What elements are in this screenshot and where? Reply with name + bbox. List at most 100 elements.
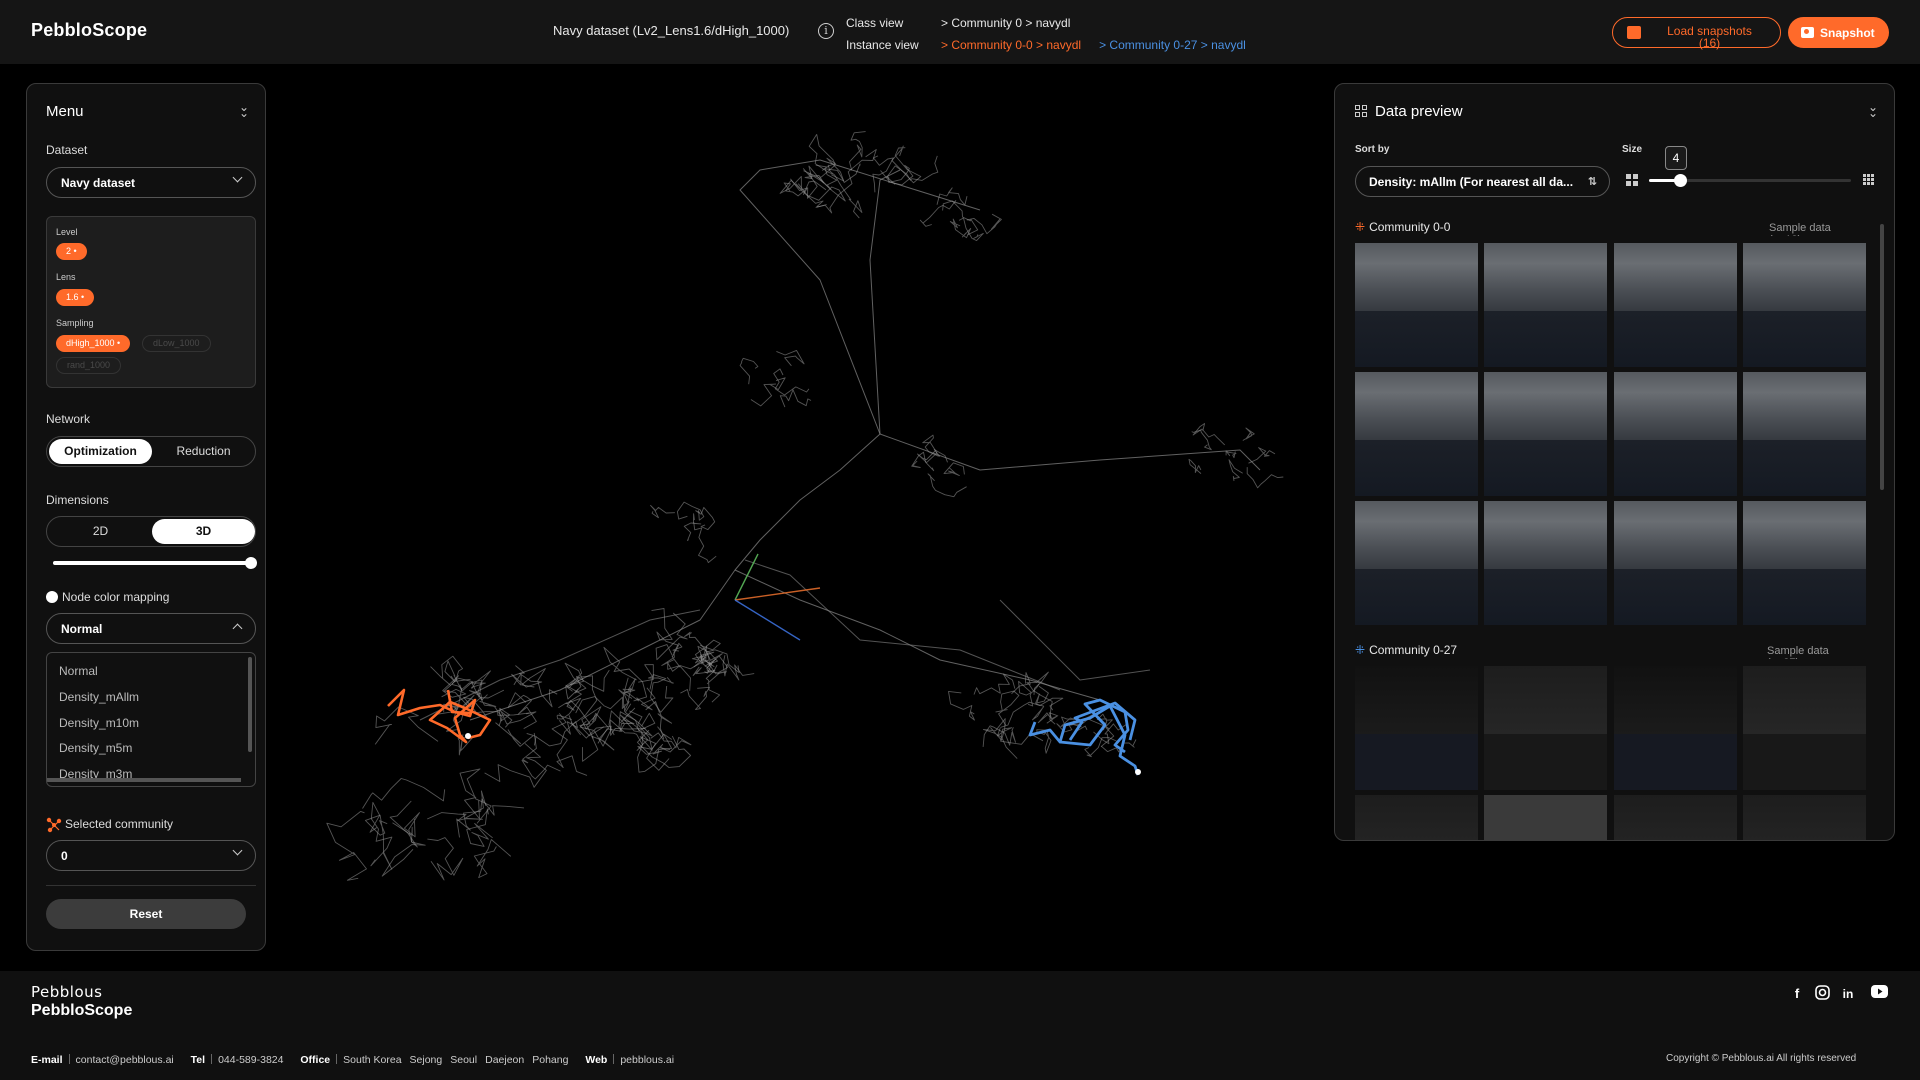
graph-edge[interactable]: [886, 155, 939, 185]
load-snapshots-button[interactable]: Load snapshots (16): [1612, 17, 1781, 49]
graph-edge[interactable]: [419, 609, 701, 721]
graph-edge[interactable]: [958, 217, 984, 242]
graph-edge[interactable]: [1248, 447, 1276, 464]
level-pill[interactable]: 2 •: [56, 243, 87, 260]
lens-pill[interactable]: 1.6 •: [56, 289, 95, 306]
image-thumbnail[interactable]: [1614, 795, 1737, 840]
graph-edge[interactable]: [364, 814, 393, 870]
graph-edge[interactable]: [683, 513, 702, 542]
graph-edge[interactable]: [1084, 737, 1117, 758]
graph-edge[interactable]: [927, 473, 967, 498]
image-thumbnail[interactable]: [1484, 243, 1607, 367]
graph-edge[interactable]: [575, 696, 630, 714]
instance-path-blue[interactable]: > Community 0-27 > navydl: [1099, 38, 1246, 52]
graph-edge[interactable]: [995, 690, 1020, 726]
selected-node[interactable]: [465, 733, 471, 739]
graph-edge[interactable]: [917, 449, 948, 464]
graph-edge[interactable]: [1246, 467, 1284, 489]
graph-edge[interactable]: [948, 690, 975, 721]
snapshot-button[interactable]: Snapshot: [1788, 17, 1889, 48]
graph-edge[interactable]: [880, 164, 914, 186]
image-thumbnail[interactable]: [1743, 372, 1866, 496]
youtube-icon[interactable]: [1870, 985, 1888, 1003]
dimensions-slider[interactable]: [53, 557, 257, 569]
dropdown-option[interactable]: Density_mAllm: [59, 690, 139, 704]
graph-edge[interactable]: [734, 569, 1101, 701]
graph-edge[interactable]: [430, 655, 471, 686]
graph-edge[interactable]: [1228, 459, 1243, 482]
dropdown-hscrollbar[interactable]: [47, 778, 241, 782]
sampling-pill-rand[interactable]: rand_1000: [56, 357, 122, 374]
graph-edge[interactable]: [739, 357, 759, 385]
graph-edge[interactable]: [973, 673, 1016, 695]
selected-community-select[interactable]: 0: [46, 840, 256, 871]
image-thumbnail[interactable]: [1743, 243, 1866, 367]
image-thumbnail[interactable]: [1484, 372, 1607, 496]
graph-edge[interactable]: [326, 810, 367, 881]
graph-edge[interactable]: [369, 801, 393, 867]
graph-edge[interactable]: [949, 218, 972, 239]
graph-edge[interactable]: [1056, 723, 1088, 733]
graph-edge[interactable]: [999, 599, 1151, 681]
sampling-pill-dhigh[interactable]: dHigh_1000 •: [56, 335, 131, 352]
graph-edge[interactable]: [869, 169, 901, 435]
node-color-radio[interactable]: [46, 591, 58, 603]
graph-edge[interactable]: [776, 349, 805, 367]
graph-edge[interactable]: [1188, 458, 1202, 474]
dropdown-option[interactable]: Normal: [59, 664, 98, 678]
slider-knob[interactable]: [245, 557, 257, 569]
graph-edge[interactable]: [744, 559, 1061, 691]
image-thumbnail[interactable]: [1355, 501, 1478, 625]
image-thumbnail[interactable]: [1355, 795, 1478, 840]
image-thumbnail[interactable]: [1614, 243, 1737, 367]
image-thumbnail[interactable]: [1743, 795, 1866, 840]
graph-edge[interactable]: [507, 692, 537, 729]
info-icon[interactable]: i: [818, 23, 834, 39]
graph-edge[interactable]: [911, 451, 935, 472]
image-thumbnail[interactable]: [1614, 372, 1737, 496]
dimensions-option-2d[interactable]: 2D: [49, 519, 152, 544]
graph-edge[interactable]: [1037, 712, 1059, 724]
graph-edge[interactable]: [891, 145, 922, 184]
dimensions-option-3d[interactable]: 3D: [152, 519, 255, 544]
reset-button[interactable]: Reset: [46, 899, 246, 929]
image-thumbnail-selected[interactable]: [1355, 666, 1478, 790]
graph-edge[interactable]: [779, 175, 827, 208]
image-thumbnail[interactable]: [1484, 666, 1607, 790]
graph-edge[interactable]: [511, 665, 543, 688]
graph-edge[interactable]: [879, 433, 1261, 471]
graph-edge[interactable]: [495, 722, 537, 747]
image-thumbnail[interactable]: [1355, 243, 1478, 367]
graph-edge[interactable]: [922, 434, 941, 457]
network-option-optimization[interactable]: Optimization: [49, 439, 152, 464]
network-option-reduction[interactable]: Reduction: [152, 439, 255, 464]
graph-edge[interactable]: [966, 213, 1002, 235]
instagram-icon[interactable]: [1813, 985, 1831, 1003]
dropdown-option[interactable]: Density_m5m: [59, 741, 132, 755]
network-graph-canvas[interactable]: [272, 64, 1332, 964]
image-thumbnail[interactable]: [1484, 501, 1607, 625]
image-thumbnail[interactable]: [1355, 372, 1478, 496]
graph-edge[interactable]: [943, 462, 965, 477]
axis-z[interactable]: [734, 599, 801, 641]
graph-edge[interactable]: [936, 187, 968, 206]
app-logo[interactable]: PebbloScope: [31, 20, 147, 41]
dropdown-scrollbar[interactable]: [248, 657, 252, 752]
sort-select[interactable]: Density: mAllm (For nearest all da... ⇅: [1355, 166, 1610, 197]
class-view-path[interactable]: > Community 0 > navydl: [941, 16, 1070, 30]
graph-edge[interactable]: [919, 200, 957, 227]
graph-edge[interactable]: [362, 778, 446, 809]
graph-edge[interactable]: [381, 822, 426, 877]
instance-path-orange[interactable]: > Community 0-0 > navydl: [941, 38, 1081, 52]
selected-node[interactable]: [1135, 769, 1141, 775]
small-grid-icon[interactable]: [1626, 174, 1638, 186]
email-link[interactable]: contact@pebblous.ai: [76, 1054, 174, 1066]
linkedin-icon[interactable]: in: [1839, 985, 1857, 1003]
size-slider-knob[interactable]: [1674, 174, 1687, 187]
sampling-pill-dlow[interactable]: dLow_1000: [142, 335, 211, 352]
image-thumbnail-selected[interactable]: [1743, 501, 1866, 625]
image-thumbnail[interactable]: [1484, 795, 1607, 840]
graph-edge[interactable]: [739, 159, 981, 435]
graph-edge[interactable]: [533, 720, 578, 747]
collapse-menu-icon[interactable]: ⌄ ⌄: [239, 101, 249, 119]
